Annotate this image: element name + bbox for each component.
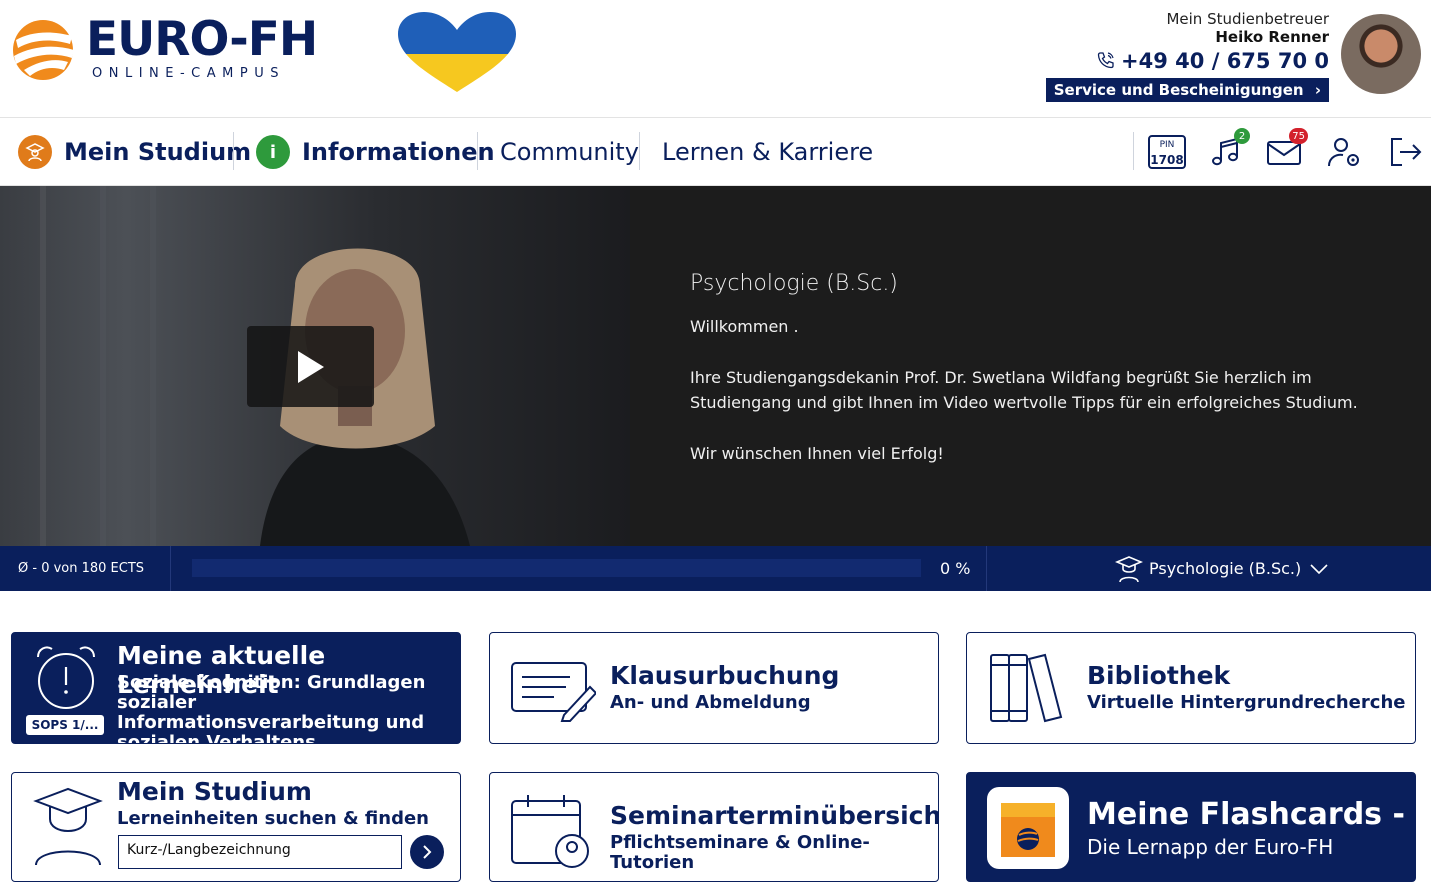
- advisor-phone[interactable]: +49 40 / 675 70 0: [1046, 48, 1329, 75]
- play-button[interactable]: [247, 326, 374, 407]
- tile-current-unit[interactable]: SOPS 1/... Meine aktuelle Lerneinheit So…: [11, 632, 461, 744]
- ukraine-heart-icon: [398, 12, 516, 92]
- main-nav: Mein Studium i Informationen Community L…: [0, 118, 1431, 186]
- tile-my-studies[interactable]: Mein Studium Lerneinheiten suchen & find…: [11, 772, 461, 882]
- nav-divider: [639, 132, 640, 170]
- service-button-label: Service und Bescheinigungen: [1053, 81, 1304, 99]
- ects-text: Ø - 0 von 180 ECTS: [18, 561, 145, 576]
- header: EURO-FH ONLINE-CAMPUS Mein Studienbetreu…: [0, 0, 1431, 118]
- logo-subtitle: ONLINE-CAMPUS: [92, 66, 285, 81]
- unit-badge: SOPS 1/...: [26, 715, 104, 735]
- advisor-name: Heiko Renner: [1215, 28, 1329, 46]
- chevron-down-icon: [1310, 563, 1328, 574]
- unit-search-input[interactable]: Kurz-/Langbezeichnung: [118, 835, 402, 869]
- tile-subtitle: Pflichtseminare & Online-Tutorien: [610, 832, 870, 873]
- closing-text: Wir wünschen Ihnen viel Erfolg!: [690, 444, 944, 463]
- messages-button[interactable]: 75: [1264, 128, 1308, 172]
- messages-badge: 75: [1289, 128, 1308, 144]
- chevron-right-icon: [423, 845, 432, 859]
- nav-item-informationen[interactable]: i Informationen: [256, 118, 495, 186]
- logout-icon: [1391, 138, 1422, 166]
- flashcards-app-icon: [987, 787, 1069, 869]
- notifications-button[interactable]: 2: [1206, 128, 1250, 172]
- progress-divider: [170, 546, 171, 591]
- logout-button[interactable]: [1386, 132, 1426, 172]
- alarm-clock-icon: [37, 646, 95, 709]
- course-selector[interactable]: Psychologie (B.Sc.): [1115, 546, 1329, 591]
- globe-logo-icon: [13, 20, 74, 80]
- pin-value: 1708: [1150, 153, 1184, 167]
- course-selector-label: Psychologie (B.Sc.): [1149, 559, 1302, 578]
- tile-subtitle: Soziale Kognition: Grundlagen sozialer I…: [117, 672, 426, 744]
- nav-divider: [1133, 132, 1134, 170]
- nav-label: Mein Studium: [64, 138, 252, 166]
- tile-title: Meine Flashcards -: [1087, 797, 1405, 832]
- pin-label: PIN: [1159, 140, 1175, 150]
- advisor-role: Mein Studienbetreuer: [1166, 10, 1329, 28]
- video-backdrop: [40, 186, 46, 546]
- tile-title: Seminarterminübersicht: [610, 801, 939, 830]
- calendar-user-icon: [511, 795, 589, 868]
- nav-label: Lernen & Karriere: [662, 138, 874, 166]
- unit-search-submit[interactable]: [410, 835, 444, 869]
- tile-subtitle: Die Lernapp der Euro-FH: [1087, 835, 1334, 859]
- hero-section: Psychologie (B.Sc.) Willkommen . Ihre St…: [0, 186, 1431, 546]
- hero-text: Psychologie (B.Sc.) Willkommen . Ihre St…: [690, 268, 1390, 466]
- student-icon: [18, 135, 52, 169]
- service-button[interactable]: Service und Bescheinigungen ›: [1045, 78, 1329, 102]
- notification-badge: 2: [1234, 128, 1250, 144]
- profile-settings-button[interactable]: [1325, 132, 1365, 172]
- phone-icon: [1097, 49, 1115, 75]
- video-backdrop: [150, 186, 156, 546]
- welcome-video[interactable]: [0, 186, 630, 546]
- nav-item-community[interactable]: Community: [500, 118, 639, 186]
- tile-subtitle: An- und Abmeldung: [610, 692, 811, 713]
- tile-exam-booking[interactable]: Klausurbuchung An- und Abmeldung: [489, 632, 939, 744]
- greeting-text: Willkommen .: [690, 317, 799, 336]
- tile-subtitle: Lerneinheiten suchen & finden: [117, 808, 429, 829]
- graduate-student-icon: [33, 787, 103, 866]
- nav-label: Informationen: [302, 138, 495, 166]
- tile-flashcards[interactable]: Meine Flashcards - Die Lernapp der Euro-…: [966, 772, 1416, 882]
- video-backdrop: [100, 186, 106, 546]
- tile-seminars[interactable]: Seminarterminübersicht Pflichtseminare &…: [489, 772, 939, 882]
- user-settings-icon: [1328, 138, 1359, 167]
- euro-fh-logo[interactable]: EURO-FH ONLINE-CAMPUS: [10, 12, 340, 86]
- books-icon: [990, 653, 1063, 723]
- advisor-block: Mein Studienbetreuer Heiko Renner +49 40…: [1045, 10, 1329, 102]
- phone-number: +49 40 / 675 70 0: [1121, 49, 1329, 73]
- pin-icon: PIN 1708: [1148, 135, 1186, 169]
- flashcards-stack-icon: [1001, 803, 1055, 857]
- nav-item-lernen-karriere[interactable]: Lernen & Karriere: [662, 118, 873, 186]
- nav-item-mein-studium[interactable]: Mein Studium: [18, 118, 251, 186]
- progress-divider: [986, 546, 987, 591]
- tile-title: Klausurbuchung: [610, 661, 840, 690]
- progress-percent: 0 %: [940, 559, 971, 578]
- welcome-body: Ihre Studiengangsdekanin Prof. Dr. Swetl…: [690, 368, 1358, 412]
- advisor-avatar: [1341, 14, 1421, 94]
- pin-button[interactable]: PIN 1708: [1147, 132, 1187, 172]
- progress-track: [192, 559, 921, 577]
- nav-label: Community: [500, 138, 639, 166]
- tile-library[interactable]: Bibliothek Virtuelle Hintergrundrecherch…: [966, 632, 1416, 744]
- tile-title: Mein Studium: [117, 777, 312, 806]
- tile-subtitle: Virtuelle Hintergrundrecherche: [1087, 692, 1406, 713]
- logo-name: EURO-FH: [86, 12, 318, 67]
- chevron-right-icon: ›: [1314, 81, 1321, 99]
- play-icon: [297, 350, 324, 383]
- progress-bar-section: Ø - 0 von 180 ECTS 0 % Psychologie (B.Sc…: [0, 546, 1431, 591]
- nav-divider: [233, 132, 234, 170]
- tile-title: Bibliothek: [1087, 661, 1231, 690]
- info-icon: i: [256, 135, 290, 169]
- course-title: Psychologie (B.Sc.): [690, 271, 898, 296]
- graduate-icon: [1115, 555, 1143, 582]
- document-pen-icon: [511, 662, 596, 722]
- nav-divider: [477, 132, 478, 170]
